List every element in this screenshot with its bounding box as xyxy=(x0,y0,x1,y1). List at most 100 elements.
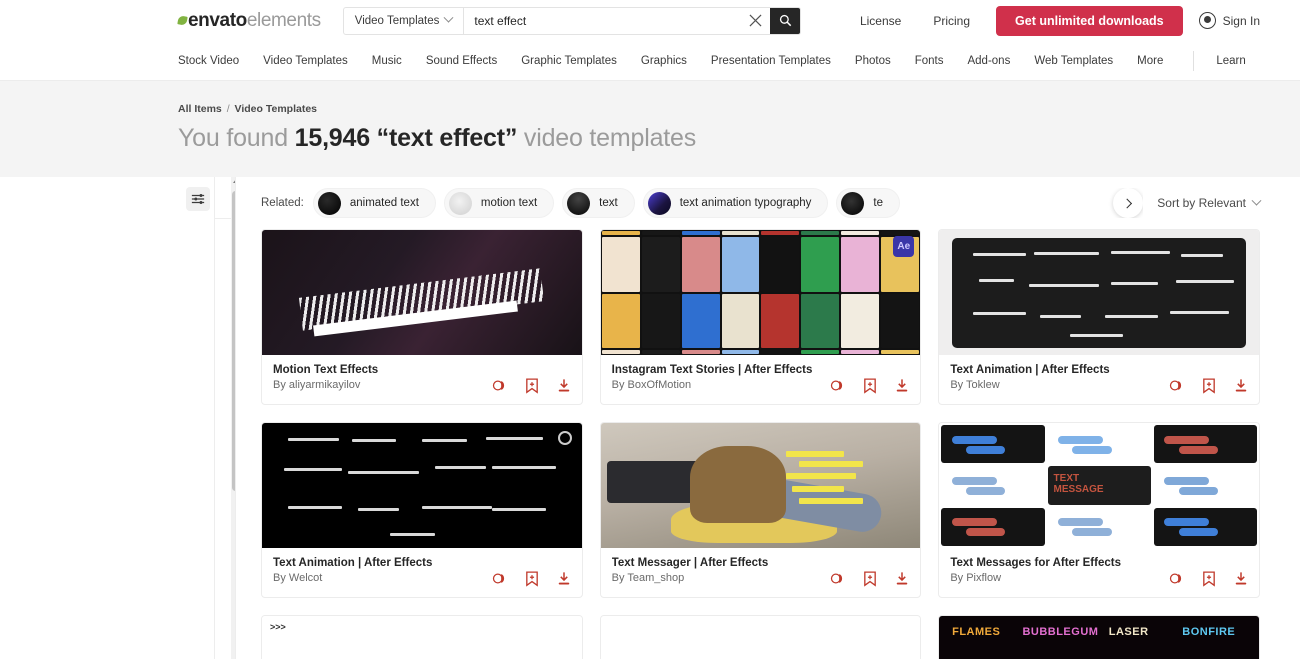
filters-toggle-button[interactable] xyxy=(186,187,210,211)
related-chips-next-button[interactable] xyxy=(1113,188,1144,218)
envato-elements-logo[interactable]: envato elements xyxy=(177,9,321,32)
thumb-cell xyxy=(841,231,880,235)
search-icon xyxy=(779,14,792,27)
catnav-item-learn[interactable]: Learn xyxy=(1216,55,1245,67)
result-card[interactable]: >>> xyxy=(261,615,583,659)
catnav-item-more[interactable]: More xyxy=(1137,55,1163,67)
catnav-item-presentation-templates[interactable]: Presentation Templates xyxy=(711,55,831,67)
catnav-item-video-templates[interactable]: Video Templates xyxy=(263,55,348,67)
thumb-line xyxy=(972,252,1026,256)
download-button[interactable] xyxy=(895,378,909,394)
get-unlimited-downloads-button[interactable]: Get unlimited downloads xyxy=(996,5,1183,36)
top-header-bar: envato elements Video Templates License … xyxy=(0,0,1300,41)
catnav-item-web-templates[interactable]: Web Templates xyxy=(1034,55,1113,67)
add-to-collection-button[interactable] xyxy=(525,378,539,394)
thumb-line xyxy=(978,279,1014,283)
card-title[interactable]: Instagram Text Stories | After Effects xyxy=(612,364,910,376)
card-thumbnail[interactable] xyxy=(939,230,1259,355)
result-card[interactable] xyxy=(599,615,922,659)
card-title[interactable]: Text Messages for After Effects xyxy=(950,557,1248,569)
header-link-license[interactable]: License xyxy=(844,14,917,28)
download-icon xyxy=(1235,572,1247,585)
result-card[interactable]: Text Messager | After Effects By Team_sho… xyxy=(599,422,922,598)
similar-items-button[interactable] xyxy=(830,378,845,394)
thumb-pill xyxy=(1178,445,1218,454)
catnav-item-add-ons[interactable]: Add-ons xyxy=(967,55,1010,67)
catnav-item-fonts[interactable]: Fonts xyxy=(915,55,944,67)
search-input[interactable] xyxy=(464,7,741,34)
related-chip-text[interactable]: text xyxy=(562,188,635,218)
result-card[interactable]: FLAMES BUBBLEGUM LASER BONFIRE xyxy=(938,615,1260,659)
related-chip-animated-text[interactable]: animated text xyxy=(312,188,436,218)
result-card[interactable]: Motion Text Effects By aliyarmikayilov xyxy=(261,229,583,405)
related-chip-text-animation-typography[interactable]: text animation typography xyxy=(642,188,829,218)
search-submit-button[interactable] xyxy=(770,7,801,34)
card-title[interactable]: Motion Text Effects xyxy=(273,364,571,376)
chevron-down-icon xyxy=(443,12,454,23)
card-thumbnail[interactable] xyxy=(600,616,921,659)
similar-items-button[interactable] xyxy=(1169,378,1184,394)
thumb-cell xyxy=(761,237,800,292)
result-card[interactable]: TEXT MESSAGE Text Messages for After Effec… xyxy=(938,422,1260,598)
thumb-cell xyxy=(681,293,720,348)
related-chip-te[interactable]: te xyxy=(836,188,900,218)
thumb-pill xyxy=(966,487,1006,496)
thumb-cell xyxy=(1153,507,1257,546)
similar-items-button[interactable] xyxy=(492,378,507,394)
thumb-bubble xyxy=(792,485,844,492)
thumb-cell xyxy=(761,350,800,354)
card-thumbnail[interactable]: TEXT MESSAGE xyxy=(939,423,1259,548)
card-thumbnail[interactable]: >>> xyxy=(262,616,582,659)
search-clear-button[interactable] xyxy=(740,8,770,34)
similar-items-button[interactable] xyxy=(830,571,845,587)
sign-in-button[interactable]: Sign In xyxy=(1198,12,1260,29)
catnav-item-graphic-templates[interactable]: Graphic Templates xyxy=(521,55,617,67)
result-card[interactable]: Text Animation | After Effects By Toklew xyxy=(938,229,1260,405)
thumb-cell xyxy=(941,466,1045,505)
card-thumbnail[interactable] xyxy=(262,230,582,355)
thumb-cell xyxy=(941,425,1045,464)
catnav-item-stock-video[interactable]: Stock Video xyxy=(178,55,239,67)
card-thumbnail[interactable]: Ae xyxy=(600,230,921,355)
card-thumbnail[interactable]: FLAMES BUBBLEGUM LASER BONFIRE xyxy=(939,616,1259,659)
card-title[interactable]: Text Messager | After Effects xyxy=(612,557,910,569)
card-title[interactable]: Text Animation | After Effects xyxy=(273,557,571,569)
breadcrumb-video-templates[interactable]: Video Templates xyxy=(235,103,317,115)
thumb-pill xyxy=(1178,528,1218,537)
similar-items-button[interactable] xyxy=(1169,571,1184,587)
thumb-circle xyxy=(557,431,572,445)
related-chip-motion-text[interactable]: motion text xyxy=(443,188,555,218)
catnav-item-sound-effects[interactable]: Sound Effects xyxy=(426,55,497,67)
card-title[interactable]: Text Animation | After Effects xyxy=(950,364,1248,376)
download-button[interactable] xyxy=(1234,378,1248,394)
add-to-collection-button[interactable] xyxy=(863,378,877,394)
result-card[interactable]: Ae Instagram Text Stories | After Effects… xyxy=(599,229,922,405)
add-to-collection-button[interactable] xyxy=(1202,571,1216,587)
result-card[interactable]: Text Animation | After Effects By Welcot xyxy=(261,422,583,598)
logo-secondary-text: elements xyxy=(246,9,321,31)
breadcrumb: All Items / Video Templates xyxy=(178,103,1300,115)
catnav-item-photos[interactable]: Photos xyxy=(855,55,891,67)
sort-dropdown[interactable]: Sort by Relevant xyxy=(1157,195,1262,210)
thumb-cell xyxy=(1047,425,1151,464)
add-to-collection-button[interactable] xyxy=(1202,378,1216,394)
card-thumbnail[interactable] xyxy=(600,423,921,548)
header-link-pricing[interactable]: Pricing xyxy=(917,14,986,28)
add-to-collection-button[interactable] xyxy=(525,571,539,587)
download-button[interactable] xyxy=(557,378,571,394)
breadcrumb-all-items[interactable]: All Items xyxy=(178,103,222,115)
download-button[interactable] xyxy=(1234,571,1248,587)
download-button[interactable] xyxy=(895,571,909,587)
add-to-collection-button[interactable] xyxy=(863,571,877,587)
search-category-dropdown[interactable]: Video Templates xyxy=(344,7,465,34)
card-thumbnail[interactable] xyxy=(262,423,582,548)
similar-items-button[interactable] xyxy=(492,571,507,587)
thumb-line xyxy=(1028,283,1100,287)
logo-primary-text: envato xyxy=(188,9,247,31)
catnav-item-music[interactable]: Music xyxy=(372,55,402,67)
thumb-cell xyxy=(881,293,920,348)
related-chips: animated text motion text text text animati… xyxy=(312,188,1144,218)
sidebar-region: Filters Refine by CategoriesBroadcast Pa… xyxy=(0,177,236,659)
download-button[interactable] xyxy=(557,571,571,587)
catnav-item-graphics[interactable]: Graphics xyxy=(641,55,687,67)
